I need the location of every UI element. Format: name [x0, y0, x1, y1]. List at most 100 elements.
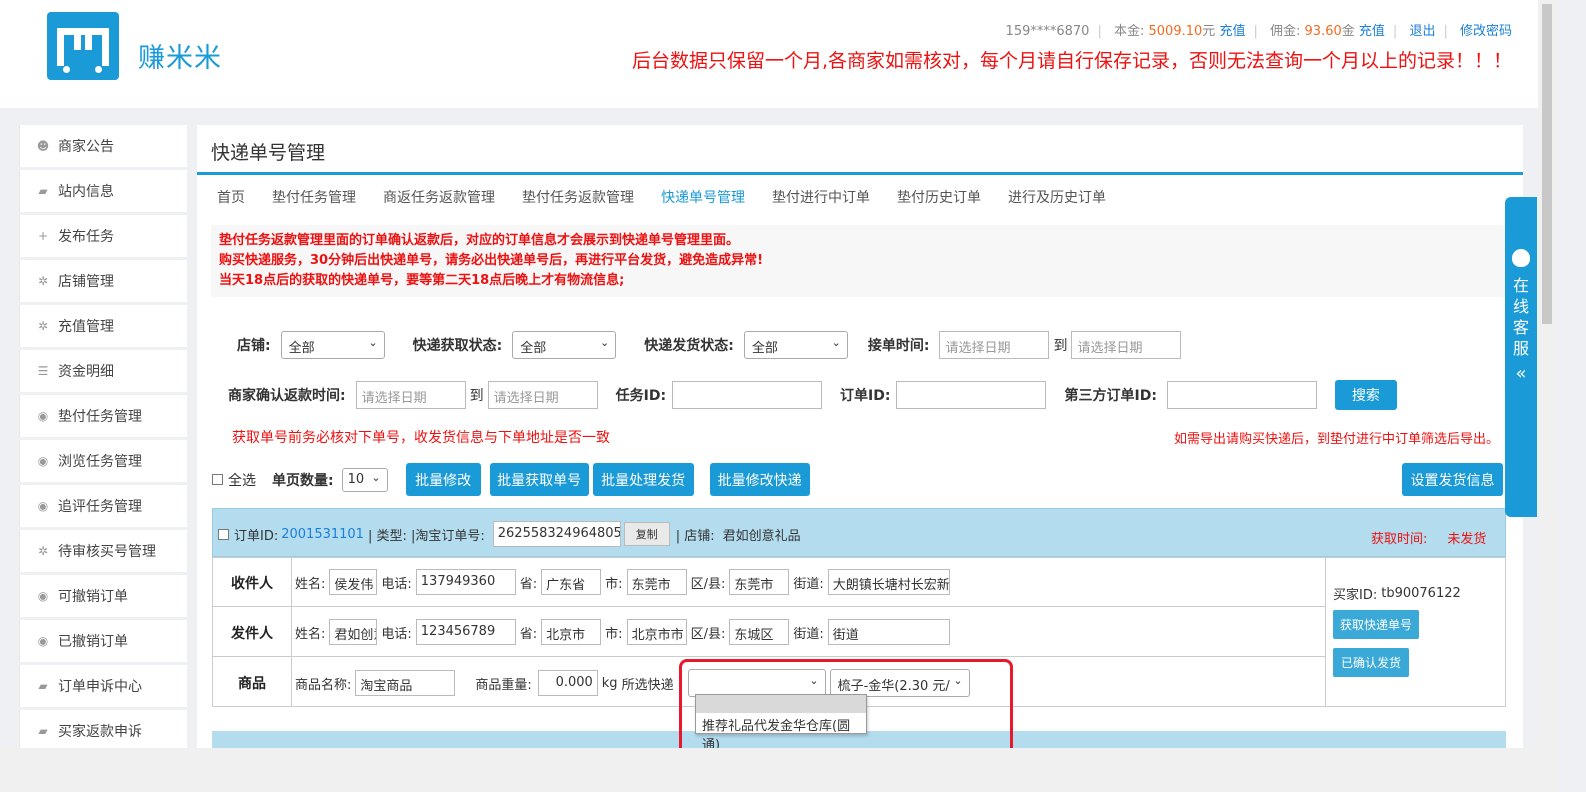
phone-number: 159****6870: [1005, 24, 1090, 39]
express-dropdown-menu[interactable]: 推荐礼品代发金华仓库(圆通): [695, 694, 867, 753]
gear-icon: ✲: [37, 544, 49, 558]
set-ship-info-button[interactable]: 设置发货信息: [1402, 463, 1503, 496]
batch-edit-button[interactable]: 批量修改: [405, 463, 481, 496]
sidebar-item-messages[interactable]: ▰ 站内信息: [19, 170, 187, 212]
sidebar-item-pending-buyers[interactable]: ✲ 待审核买号管理: [19, 530, 187, 572]
plus-icon: +: [37, 229, 49, 243]
fetch-status-select[interactable]: 全部 ⌄: [512, 331, 617, 359]
recharge-commission-link[interactable]: 充值: [1359, 24, 1385, 39]
account-bar: 159****6870 | 本金: 5009.10元 充值 | 佣金: 93.60金…: [1005, 24, 1512, 39]
sender-phone-input[interactable]: 123456789: [415, 619, 516, 645]
alert-line: 垫付任务返款管理里面的订单确认返款后，对应的订单信息才会展示到快递单号管理里面。: [219, 233, 740, 248]
page-size-select[interactable]: 10 ⌄: [341, 467, 388, 492]
copy-button[interactable]: 复制: [623, 522, 670, 546]
receiver-province-input[interactable]: 广东省: [541, 569, 602, 595]
receiver-street-input[interactable]: 大朗镇长塘村长宏新: [827, 569, 950, 595]
sidebar: ☻ 商家公告 ▰ 站内信息 + 发布任务 ✲ 店铺管理 ✲ 充值管理 ☰ 资金明细 ◉ 垫付任…: [19, 125, 187, 755]
receiver-district-input[interactable]: 东莞市: [729, 569, 790, 595]
sidebar-item-cancellable-orders[interactable]: ◉ 可撤销订单: [19, 575, 187, 617]
sidebar-item-publish-task[interactable]: + 发布任务: [19, 215, 187, 257]
chevron-down-icon: ⌄: [600, 336, 610, 349]
order-shop-name: 君如创意礼品: [722, 528, 801, 544]
refund-time-start-input[interactable]: 请选择日期: [355, 381, 466, 409]
batch-toolbar: 全选 单页数量: 10 ⌄ 批量修改 批量获取单号 批量处理发货 批量修改快递: [212, 463, 810, 496]
taobao-order-input[interactable]: 2625583249648055: [492, 521, 621, 547]
order-checkbox[interactable]: [218, 528, 229, 540]
batch-get-number-button[interactable]: 批量获取单号: [489, 463, 589, 496]
header: 赚米米 159****6870 | 本金: 5009.10元 充值 | 佣金: 93…: [0, 0, 1556, 108]
tab-advance-history[interactable]: 垫付历史订单: [897, 187, 981, 207]
sender-district-input[interactable]: 东城区: [729, 619, 790, 645]
tab-advance-refunds[interactable]: 垫付任务返款管理: [522, 187, 634, 207]
receiver-city-input[interactable]: 东莞市: [626, 569, 687, 595]
tab-advance-in-progress[interactable]: 垫付进行中订单: [772, 187, 870, 207]
tab-all-history[interactable]: 进行及历史订单: [1008, 187, 1106, 207]
get-express-number-button[interactable]: 获取快递单号: [1333, 610, 1419, 639]
sidebar-item-announcements[interactable]: ☻ 商家公告: [19, 125, 187, 167]
tab-express-numbers[interactable]: 快递单号管理: [661, 187, 745, 207]
eye-icon: ◉: [37, 499, 49, 513]
order-header: 订单ID: 2001531101 | 类型: |淘宝订单号: 262558324…: [212, 508, 1506, 557]
batch-edit-express-button[interactable]: 批量修改快递: [709, 463, 810, 496]
receiver-name-input[interactable]: 侯发伟: [329, 569, 378, 595]
order-id-link[interactable]: 2001531101: [281, 527, 364, 542]
tab-merchant-refunds[interactable]: 商返任务返款管理: [383, 187, 495, 207]
online-service-button[interactable]: 在线客服 «: [1505, 197, 1537, 517]
sender-city-input[interactable]: 北京市市: [626, 619, 687, 645]
sender-street-input[interactable]: 街道: [827, 619, 950, 645]
goods-name-input[interactable]: 淘宝商品: [355, 670, 456, 696]
accept-time-end-input[interactable]: 请选择日期: [1071, 331, 1182, 359]
logout-link[interactable]: 退出: [1409, 24, 1435, 39]
dropdown-empty-option[interactable]: [696, 695, 866, 713]
sidebar-item-advance-tasks[interactable]: ◉ 垫付任务管理: [19, 395, 187, 437]
batch-ship-button[interactable]: 批量处理发货: [592, 463, 694, 496]
database-icon: ☰: [37, 364, 49, 378]
buyer-id-value: tb90076122: [1381, 586, 1461, 601]
shop-select[interactable]: 全部 ⌄: [280, 331, 385, 359]
sender-province-input[interactable]: 北京市: [541, 619, 602, 645]
goods-label: 商品: [238, 676, 266, 692]
order-type-label: | 类型: |淘宝订单号:: [367, 528, 485, 544]
refund-time-end-input[interactable]: 请选择日期: [487, 381, 598, 409]
sidebar-item-browse-tasks[interactable]: ◉ 浏览任务管理: [19, 440, 187, 482]
chevron-down-icon: ⌄: [831, 336, 841, 349]
double-chevron-left-icon: «: [1515, 363, 1527, 384]
tab-advance-tasks[interactable]: 垫付任务管理: [272, 187, 356, 207]
sidebar-item-cancelled-orders[interactable]: ◉ 已撤销订单: [19, 620, 187, 662]
receiver-phone-input[interactable]: 137949360: [415, 569, 516, 595]
page-scrollbar[interactable]: [1538, 0, 1556, 792]
message-icon: ▰: [38, 724, 48, 738]
message-icon: ▰: [38, 184, 48, 198]
task-id-label: 任务ID:: [615, 388, 667, 404]
third-order-id-label: 第三方订单ID:: [1064, 388, 1157, 404]
page-size-label: 单页数量:: [272, 472, 334, 489]
order-id-input[interactable]: [896, 381, 1047, 409]
third-order-id-input[interactable]: [1166, 381, 1317, 409]
sidebar-item-order-appeals[interactable]: ▰ 订单申诉中心: [19, 665, 187, 707]
sidebar-item-review-tasks[interactable]: ◉ 追评任务管理: [19, 485, 187, 527]
sidebar-item-buyer-refund-appeals[interactable]: ▰ 买家返款申诉: [19, 710, 187, 752]
change-password-link[interactable]: 修改密码: [1460, 24, 1512, 39]
refund-time-label: 商家确认返款时间:: [228, 388, 346, 404]
sidebar-item-recharge[interactable]: ✲ 充值管理: [19, 305, 187, 347]
search-button[interactable]: 搜索: [1334, 380, 1397, 410]
tab-home[interactable]: 首页: [217, 187, 245, 207]
fetch-time-label: 获取时间:: [1371, 532, 1428, 547]
sender-name-input[interactable]: 君如创意: [329, 619, 378, 645]
ship-status-select[interactable]: 全部 ⌄: [743, 331, 848, 359]
recharge-capital-link[interactable]: 充值: [1219, 24, 1245, 39]
smile-icon: ☻: [36, 139, 50, 153]
task-id-input[interactable]: [672, 381, 823, 409]
confirm-shipped-button[interactable]: 已确认发货: [1333, 648, 1409, 677]
order-id-label: 订单ID:: [234, 528, 279, 544]
goods-weight-input[interactable]: 0.000: [537, 670, 598, 696]
select-all-checkbox[interactable]: [212, 474, 223, 485]
order-id-label: 订单ID:: [840, 388, 891, 404]
eye-icon: ◉: [37, 409, 49, 423]
sidebar-item-funds[interactable]: ☰ 资金明细: [19, 350, 187, 392]
accept-time-label: 接单时间:: [867, 338, 930, 354]
sidebar-item-shop-management[interactable]: ✲ 店铺管理: [19, 260, 187, 302]
penguin-icon: [1512, 249, 1530, 267]
accept-time-start-input[interactable]: 请选择日期: [939, 331, 1050, 359]
receiver-label: 收件人: [231, 576, 273, 592]
